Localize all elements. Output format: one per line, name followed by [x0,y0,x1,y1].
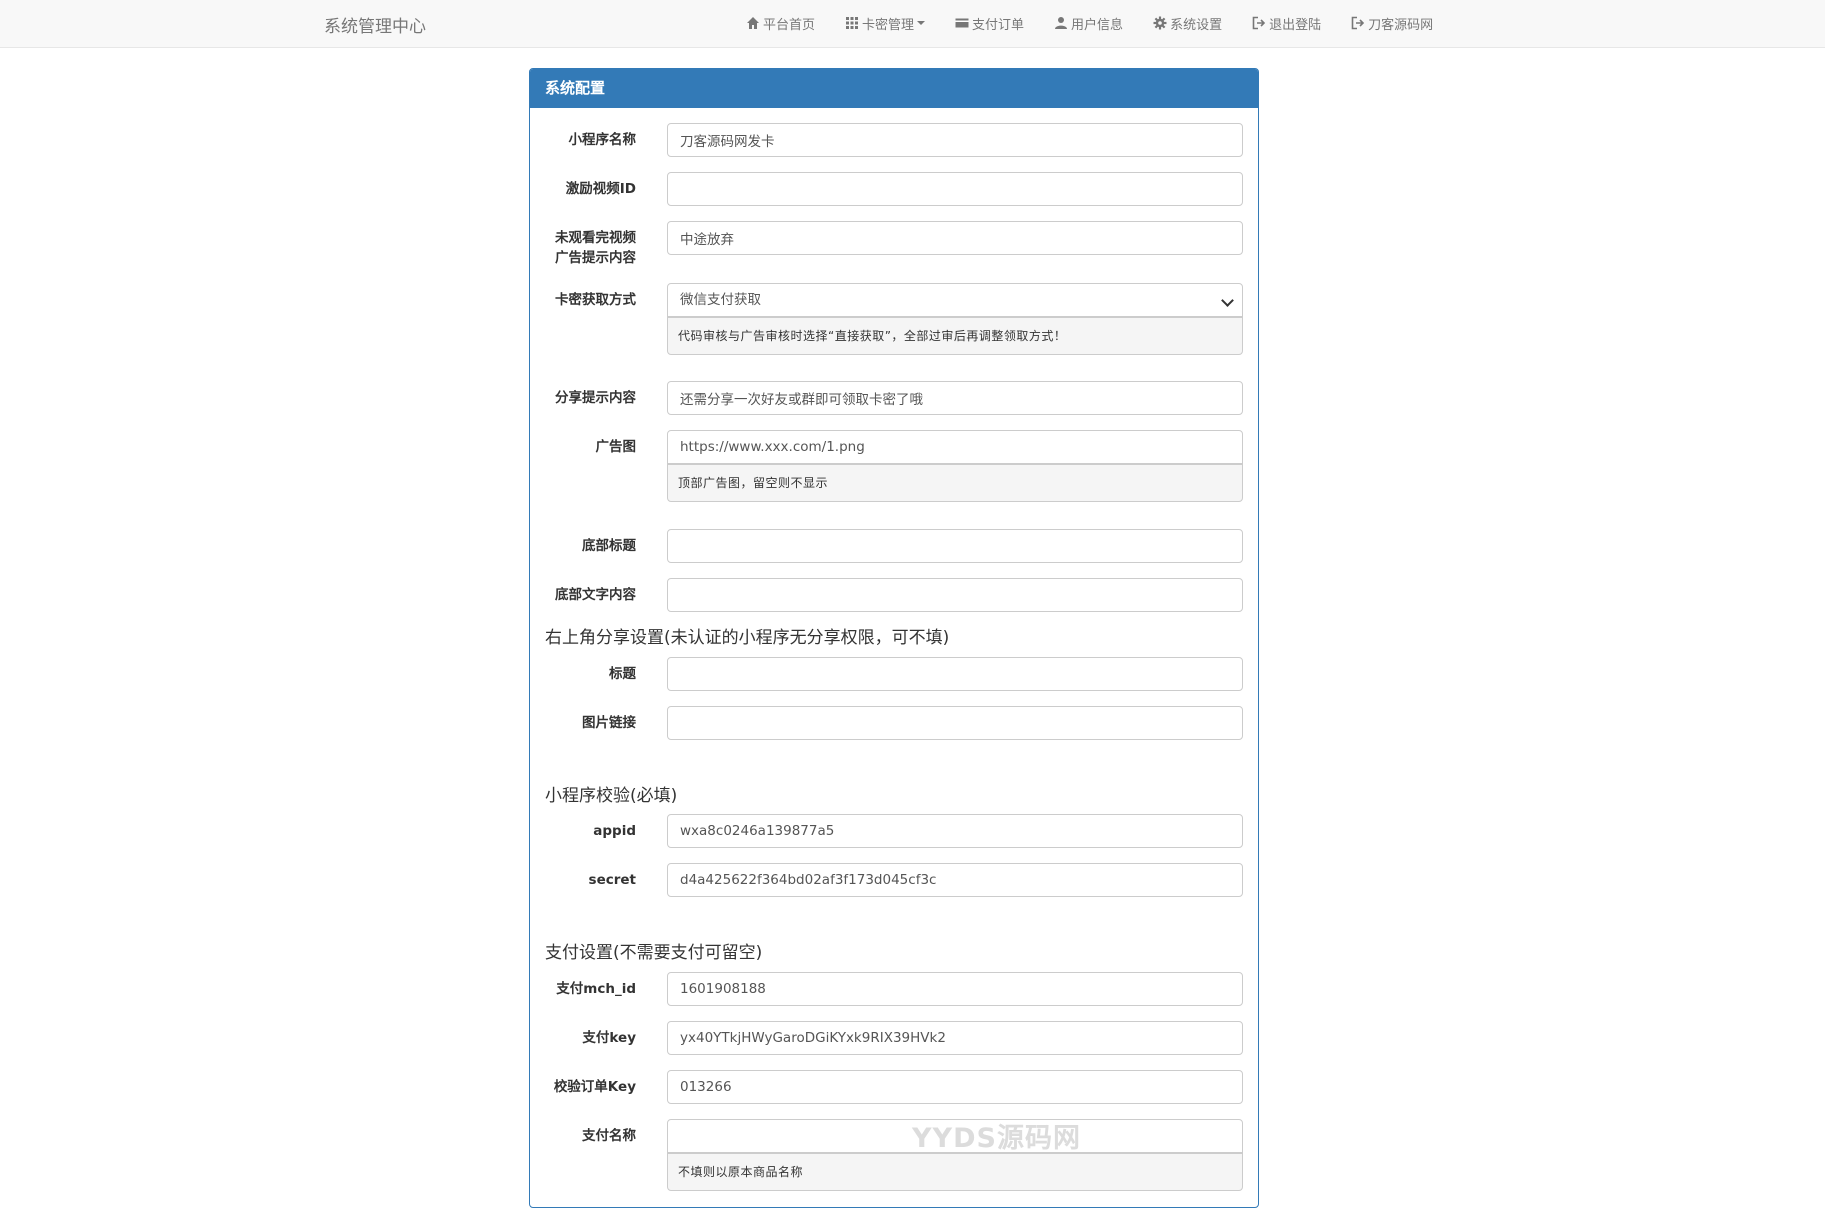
nav-item-home[interactable]: 平台首页 [746,14,815,33]
nav-item-label: 退出登陆 [1269,17,1322,33]
nav-item-label: 刀客源码网 [1368,17,1434,33]
top-navbar: 系统管理中心 平台首页 卡密管理 支付订单 用户信息 系统设置 退出登陆 刀客源… [0,0,1825,48]
secret-input[interactable] [667,863,1243,897]
share-section-title: 右上角分享设置(未认证的小程序无分享权限，可不填) [545,628,950,648]
footer-title-input[interactable] [667,529,1243,563]
label-line-1: 未观看完视频 [555,230,636,246]
unfinished-video-tip-input[interactable] [667,221,1243,255]
app-name-label: 小程序名称 [568,132,637,148]
mch-id-label: 支付mch_id [556,981,636,997]
label-line-2: 广告提示内容 [555,250,636,266]
logout-icon [1252,16,1266,30]
grid-icon [846,17,859,29]
footer-text-label: 底部文字内容 [555,587,636,603]
order-key-label: 校验订单Key [553,1079,636,1095]
gear-icon [1153,16,1167,30]
appid-input[interactable] [667,814,1243,848]
panel-title: 系统配置 [530,69,1258,108]
share-image-link-input[interactable] [667,706,1243,740]
brand-title[interactable]: 系统管理中心 [324,12,426,37]
nav-item-label: 支付订单 [972,17,1025,33]
nav-item-label: 系统设置 [1170,17,1223,33]
card-fetch-method-help: 代码审核与广告审核时选择“直接获取”，全部过审后再调整领取方式！ [667,317,1243,355]
share-image-link-label: 图片链接 [582,715,636,731]
nav-item-label: 卡密管理 [862,17,915,33]
nav-item-card-management[interactable]: 卡密管理 [845,14,926,33]
nav-item-payment-orders[interactable]: 支付订单 [955,14,1024,33]
nav-item-user-info[interactable]: 用户信息 [1054,14,1123,33]
ad-image-label: 广告图 [595,439,637,455]
share-title-label: 标题 [609,666,636,682]
nav-menu: 平台首页 卡密管理 支付订单 用户信息 系统设置 退出登陆 刀客源码网 [746,0,1433,46]
secret-label: secret [588,872,636,888]
watermark: YYDS源码网 [912,1123,1081,1154]
selected-option: 微信支付获取 [680,292,761,308]
payment-section-title: 支付设置(不需要支付可留空) [545,943,763,963]
home-icon [747,17,759,29]
user-icon [1055,17,1068,29]
chevron-down-icon [1221,294,1234,307]
external-link-icon [1351,16,1365,30]
credit-card-icon [955,18,969,28]
order-key-input[interactable] [667,1070,1243,1104]
app-name-input[interactable] [667,123,1243,157]
footer-text-input[interactable] [667,578,1243,612]
card-fetch-method-label: 卡密获取方式 [555,292,636,308]
pay-name-help: 不填则以原本商品名称 [667,1153,1243,1191]
appid-label: appid [593,823,636,839]
unfinished-video-tip-label: 未观看完视频 广告提示内容 [530,228,636,268]
caret-down-icon [917,21,926,25]
ad-image-help: 顶部广告图，留空则不显示 [667,464,1243,502]
nav-item-daoke-site[interactable]: 刀客源码网 [1351,14,1433,33]
system-config-panel: 系统配置 小程序名称 激励视频ID 未观看完视频 广告提示内容 卡密获取方式 微… [529,68,1259,1208]
pay-name-label: 支付名称 [582,1128,636,1144]
reward-video-id-input[interactable] [667,172,1243,206]
mch-id-input[interactable] [667,972,1243,1006]
nav-item-logout[interactable]: 退出登陆 [1252,14,1321,33]
reward-video-id-label: 激励视频ID [565,181,636,197]
verify-section-title: 小程序校验(必填) [545,786,678,806]
card-fetch-method-select[interactable]: 微信支付获取 [667,283,1243,317]
nav-item-label: 用户信息 [1071,17,1124,33]
share-tip-input[interactable] [667,381,1243,415]
nav-item-label: 平台首页 [763,17,816,33]
pay-key-label: 支付key [582,1030,636,1046]
nav-item-system-settings[interactable]: 系统设置 [1153,14,1222,33]
share-tip-label: 分享提示内容 [555,390,636,406]
ad-image-input[interactable] [667,430,1243,464]
pay-key-input[interactable] [667,1021,1243,1055]
footer-title-label: 底部标题 [582,538,636,554]
share-title-input[interactable] [667,657,1243,691]
